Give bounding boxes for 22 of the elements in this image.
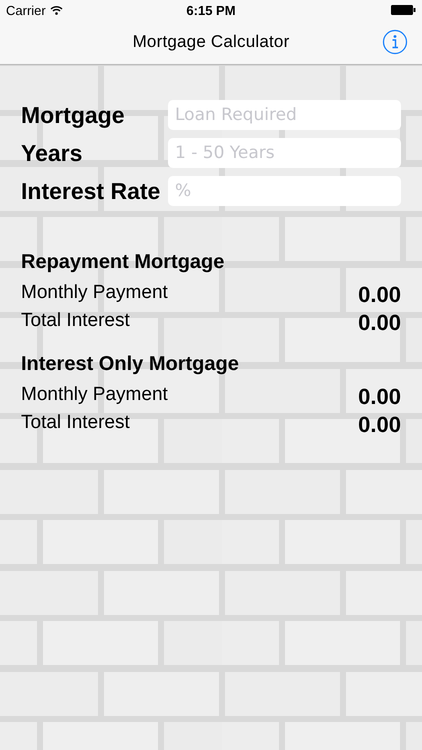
screen-title: Mortgage Calculator — [132, 32, 290, 52]
result-label: Monthly Payment — [21, 384, 168, 406]
wifi-icon — [50, 5, 63, 15]
result-value: 0.00 — [358, 412, 401, 438]
carrier-name: Carrier — [6, 2, 46, 18]
result-label: Total Interest — [21, 412, 130, 434]
status-time: 6:15 PM — [186, 2, 236, 18]
result-value: 0.00 — [358, 310, 401, 336]
result-value: 0.00 — [358, 384, 401, 410]
section-heading: Interest Only Mortgage — [21, 352, 240, 377]
section-heading: Repayment Mortgage — [21, 250, 226, 275]
result-value: 0.00 — [358, 282, 401, 308]
info-button[interactable] — [382, 29, 408, 55]
field-label: Mortgage — [21, 102, 126, 128]
field-label: Interest Rate — [21, 178, 162, 204]
battery-icon — [391, 5, 416, 15]
input-field[interactable]: % — [168, 176, 401, 206]
field-label: Years — [21, 140, 84, 166]
input-field[interactable]: 1 - 50 Years — [168, 138, 401, 168]
result-label: Total Interest — [21, 310, 130, 332]
result-label: Monthly Payment — [21, 282, 168, 304]
input-field[interactable]: Loan Required — [168, 100, 401, 130]
